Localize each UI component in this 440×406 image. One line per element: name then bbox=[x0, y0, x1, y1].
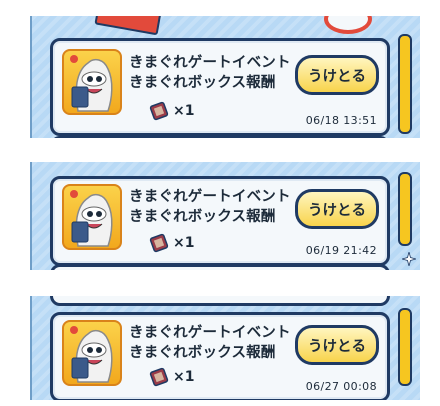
mail-list-panel: きまぐれゲートイベント きまぐれボックス報酬 ×1 うけとる 06/18 13:… bbox=[30, 16, 420, 138]
scrollbar-thumb[interactable] bbox=[398, 308, 412, 386]
entry-timestamp: 06/19 21:42 bbox=[305, 244, 377, 257]
next-entry-card-peek bbox=[50, 136, 390, 138]
reward-count: ×1 bbox=[173, 369, 195, 385]
entry-title-event: きまぐれゲートイベント bbox=[129, 189, 291, 205]
mail-list-panel: きまぐれゲートイベント きまぐれボックス報酬 ×1 うけとる 06/19 21:… bbox=[30, 162, 420, 270]
entry-title-reward: きまぐれボックス報酬 bbox=[129, 75, 276, 91]
entry-timestamp: 06/18 13:51 bbox=[305, 114, 377, 127]
receive-button[interactable]: うけとる bbox=[295, 189, 379, 229]
next-entry-card-peek bbox=[50, 264, 390, 270]
reward-entry-card: きまぐれゲートイベント きまぐれボックス報酬 ×1 うけとる 06/18 13:… bbox=[50, 38, 390, 136]
reward-count: ×1 bbox=[173, 103, 195, 119]
reward-box-item-icon bbox=[149, 367, 169, 387]
receive-button[interactable]: うけとる bbox=[295, 55, 379, 95]
reward-summary: ×1 bbox=[149, 233, 194, 253]
reward-summary: ×1 bbox=[149, 101, 194, 121]
scrollbar-thumb[interactable] bbox=[398, 34, 412, 134]
scrollbar-thumb[interactable] bbox=[398, 172, 412, 246]
decorative-ribbon bbox=[94, 16, 162, 36]
reward-summary: ×1 bbox=[149, 367, 194, 387]
reward-count: ×1 bbox=[173, 235, 195, 251]
previous-entry-card-peek bbox=[50, 296, 390, 306]
entry-title-event: きまぐれゲートイベント bbox=[129, 55, 291, 71]
decorative-ring bbox=[324, 16, 372, 34]
receive-button[interactable]: うけとる bbox=[295, 325, 379, 365]
whisper-ghost-avatar-icon bbox=[62, 320, 122, 386]
mail-list-panel: きまぐれゲートイベント きまぐれボックス報酬 ×1 うけとる 06/27 00:… bbox=[30, 296, 420, 400]
reward-entry-card: きまぐれゲートイベント きまぐれボックス報酬 ×1 うけとる 06/19 21:… bbox=[50, 176, 390, 266]
reward-entry-card: きまぐれゲートイベント きまぐれボックス報酬 ×1 うけとる 06/27 00:… bbox=[50, 312, 390, 400]
reward-box-item-icon bbox=[149, 233, 169, 253]
reward-box-item-icon bbox=[149, 101, 169, 121]
whisper-ghost-avatar-icon bbox=[62, 49, 122, 115]
whisper-ghost-avatar-icon bbox=[62, 184, 122, 250]
entry-title-event: きまぐれゲートイベント bbox=[129, 325, 291, 341]
sparkle-icon bbox=[402, 252, 416, 266]
entry-title-reward: きまぐれボックス報酬 bbox=[129, 209, 276, 225]
entry-timestamp: 06/27 00:08 bbox=[305, 380, 377, 393]
entry-title-reward: きまぐれボックス報酬 bbox=[129, 345, 276, 361]
